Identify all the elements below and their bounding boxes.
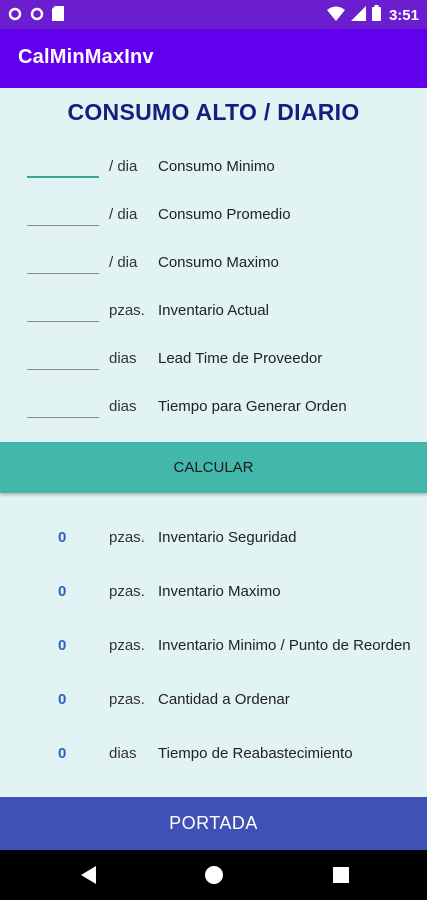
recents-icon[interactable] <box>329 863 353 887</box>
unit-label: pzas. <box>109 302 145 319</box>
wifi-icon <box>326 6 345 26</box>
field-label: Lead Time de Proveedor <box>158 350 323 367</box>
cantidad-ordenar-row: 0 pzas. Cantidad a Ordenar <box>0 685 427 715</box>
consumo-maximo-row: / dia Consumo Maximo <box>0 244 427 284</box>
consumo-promedio-input[interactable] <box>27 202 99 226</box>
back-icon[interactable] <box>76 863 100 887</box>
inventario-seguridad-row: 0 pzas. Inventario Seguridad <box>0 523 427 553</box>
calcular-button[interactable]: CALCULAR <box>0 442 427 493</box>
app-bar: CalMinMaxInv <box>0 29 427 88</box>
lead-time-row: dias Lead Time de Proveedor <box>0 340 427 380</box>
home-icon[interactable] <box>202 863 226 887</box>
unit-label: dias <box>109 350 137 367</box>
result-value: 0 <box>58 529 67 546</box>
notification-circle-icon <box>30 7 44 26</box>
notification-circle-icon <box>8 7 22 26</box>
result-value: 0 <box>58 583 67 600</box>
unit-label: / dia <box>109 206 138 223</box>
unit-label: pzas. <box>109 691 145 708</box>
lead-time-input[interactable] <box>27 346 99 370</box>
unit-label: pzas. <box>109 583 145 600</box>
field-label: Consumo Minimo <box>158 158 275 175</box>
result-value: 0 <box>58 691 67 708</box>
consumo-minimo-input[interactable] <box>27 154 99 178</box>
consumo-promedio-row: / dia Consumo Promedio <box>0 196 427 236</box>
inventario-minimo-row: 0 pzas. Inventario Minimo / Punto de Reo… <box>0 631 427 661</box>
main-content: CONSUMO ALTO / DIARIO / dia Consumo Mini… <box>0 88 427 850</box>
signal-icon <box>350 5 366 26</box>
inventario-actual-input[interactable] <box>27 298 99 322</box>
unit-label: dias <box>109 745 137 762</box>
unit-label: pzas. <box>109 529 145 546</box>
unit-label: / dia <box>109 254 138 271</box>
field-label: Consumo Promedio <box>158 206 291 223</box>
portada-button[interactable]: PORTADA <box>0 797 427 850</box>
status-bar: 3:51 <box>0 0 427 29</box>
app-title: CalMinMaxInv <box>18 46 154 68</box>
result-label: Cantidad a Ordenar <box>158 691 290 708</box>
field-label: Consumo Maximo <box>158 254 279 271</box>
tiempo-generar-orden-input[interactable] <box>27 394 99 418</box>
unit-label: dias <box>109 398 137 415</box>
tiempo-reabastecimiento-row: 0 dias Tiempo de Reabastecimiento <box>0 739 427 769</box>
sd-card-icon <box>52 6 64 26</box>
navigation-bar <box>0 850 427 900</box>
tiempo-generar-orden-row: dias Tiempo para Generar Orden <box>0 388 427 428</box>
result-value: 0 <box>58 637 67 654</box>
page-title: CONSUMO ALTO / DIARIO <box>67 99 360 125</box>
inventario-actual-row: pzas. Inventario Actual <box>0 292 427 332</box>
consumo-minimo-row: / dia Consumo Minimo <box>0 148 427 188</box>
result-value: 0 <box>58 745 67 762</box>
result-label: Inventario Seguridad <box>158 529 297 546</box>
inventario-maximo-row: 0 pzas. Inventario Maximo <box>0 577 427 607</box>
status-time: 3:51 <box>388 7 419 24</box>
unit-label: pzas. <box>109 637 145 654</box>
battery-icon <box>371 5 381 26</box>
result-label: Tiempo de Reabastecimiento <box>158 745 353 762</box>
unit-label: / dia <box>109 158 138 175</box>
result-label: Inventario Minimo / Punto de Reorden <box>158 637 411 654</box>
field-label: Tiempo para Generar Orden <box>158 398 347 415</box>
result-label: Inventario Maximo <box>158 583 281 600</box>
consumo-maximo-input[interactable] <box>27 250 99 274</box>
field-label: Inventario Actual <box>158 302 269 319</box>
